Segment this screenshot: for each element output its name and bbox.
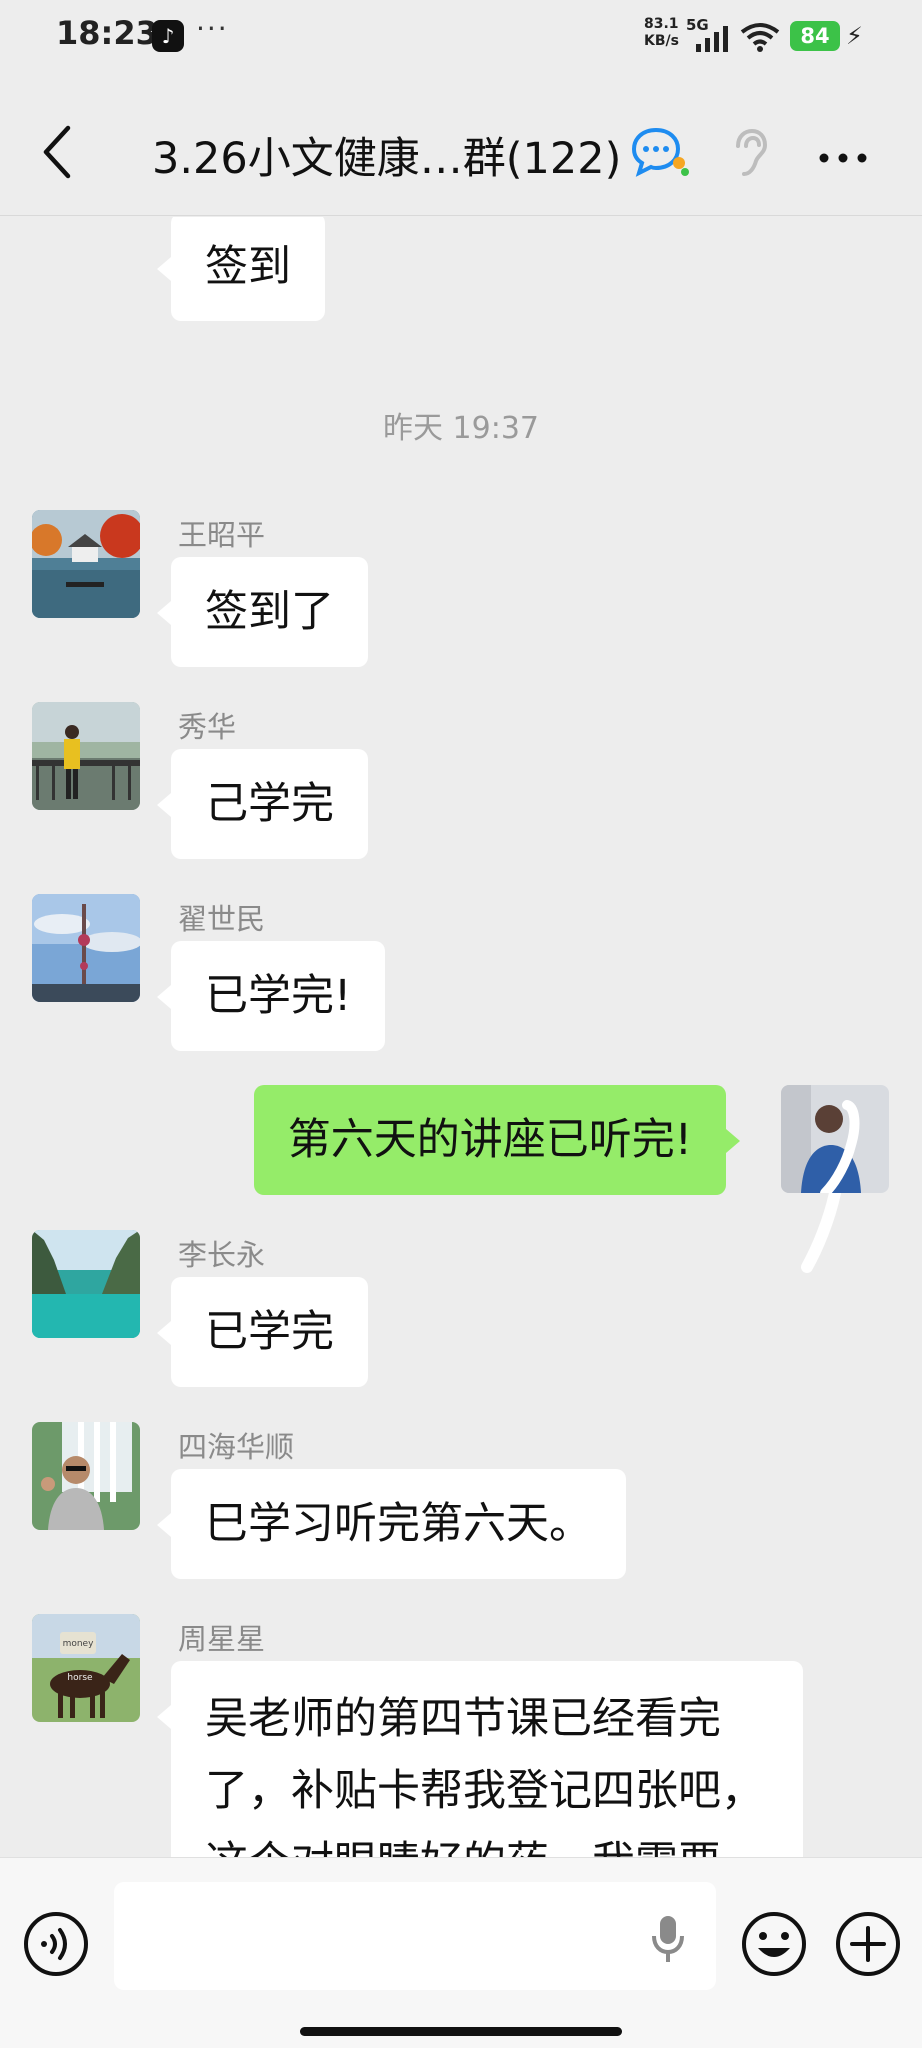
- status-bar: 18:23 ♪ ··· 83.1 KB/s 5G 84 ⚡: [0, 0, 922, 70]
- battery-indicator: 84: [790, 21, 840, 51]
- message-bubble[interactable]: 巳学习听完第六天。: [157, 1469, 626, 1579]
- home-indicator[interactable]: [300, 2027, 622, 2036]
- sender-name: 王昭平: [178, 518, 266, 552]
- message-bubble[interactable]: 签到: [157, 217, 325, 321]
- message-text: 签到了: [205, 587, 334, 637]
- network-speed-value: 83.1: [644, 16, 679, 32]
- plus-icon[interactable]: [834, 1910, 902, 1978]
- message-text: 已学完: [205, 1307, 334, 1357]
- message-bubble[interactable]: 吴老师的第四节课已经看完了，补贴卡帮我登记四张吧，这个对眼睛好的药，我需要: [157, 1661, 803, 1857]
- avatar[interactable]: money horse: [32, 1614, 140, 1722]
- emoji-icon[interactable]: [740, 1910, 808, 1978]
- signal-icon: [696, 26, 728, 52]
- wifi-icon: [740, 23, 780, 52]
- sender-name: 秀华: [178, 710, 237, 744]
- tiktok-icon: ♪: [152, 20, 184, 52]
- sender-name: 周星星: [178, 1622, 266, 1656]
- message-bubble[interactable]: 已学完: [157, 1277, 368, 1387]
- message-timestamp: 昨天 19:37: [383, 411, 539, 446]
- avatar[interactable]: [32, 1422, 140, 1530]
- message-text: 已学完!: [205, 971, 352, 1021]
- more-notifications-icon: ···: [196, 12, 229, 45]
- avatar-text-money: money: [63, 1639, 95, 1649]
- chat-bubble-icon[interactable]: [632, 126, 692, 180]
- network-speed: 83.1 KB/s: [644, 16, 680, 50]
- charging-icon: ⚡: [846, 22, 863, 50]
- network-speed-unit: KB/s: [644, 33, 679, 49]
- message-text: 第六天的讲座已听完!: [287, 1115, 692, 1165]
- sender-name: 四海华顺: [178, 1430, 295, 1464]
- avatar-waterfall-photo: [32, 1422, 140, 1530]
- status-time: 18:23: [56, 14, 158, 52]
- back-icon[interactable]: [38, 122, 78, 182]
- avatar[interactable]: [32, 702, 140, 810]
- message-bubble[interactable]: 已学完!: [156, 941, 386, 1051]
- avatar-my-photo: [781, 1085, 889, 1193]
- voice-icon[interactable]: [22, 1910, 90, 1978]
- my-avatar[interactable]: [781, 1085, 889, 1193]
- avatar-tower-image: [32, 894, 140, 1002]
- avatar-lake-image: [32, 1230, 140, 1338]
- my-message-bubble[interactable]: 第六天的讲座已听完!: [253, 1085, 741, 1195]
- input-bar: [0, 1857, 922, 2048]
- message-bubble[interactable]: 己学完: [157, 749, 368, 859]
- message-text: 己学完: [205, 779, 334, 829]
- avatar-person-photo: [32, 702, 140, 810]
- message-text: 签到: [205, 242, 291, 292]
- chat-header: 3.26小文健康…群(122): [0, 100, 922, 216]
- message-list[interactable]: 签到 昨天 19:37 王昭平 签到了 秀华 己学完 翟世民 已学完! 第六天的…: [0, 217, 922, 1857]
- message-text: 吴老师的第四节课已经看完了，补贴卡帮我登记四张吧，这个对眼睛好的药，我需要: [205, 1694, 764, 1857]
- mic-icon[interactable]: [650, 1914, 686, 1964]
- message-input[interactable]: [114, 1882, 716, 1990]
- sender-name: 翟世民: [178, 902, 266, 936]
- white-stroke-decoration: [801, 1193, 841, 1273]
- message-bubble[interactable]: 签到了: [157, 557, 368, 667]
- message-text: 巳学习听完第六天。: [205, 1499, 592, 1549]
- avatar-horse-image: money horse: [32, 1614, 140, 1722]
- avatar-landscape-image: [32, 510, 140, 618]
- avatar[interactable]: [32, 510, 140, 618]
- more-icon[interactable]: [818, 152, 868, 164]
- sender-name: 李长永: [178, 1238, 266, 1272]
- avatar[interactable]: [32, 1230, 140, 1338]
- avatar[interactable]: [32, 894, 140, 1002]
- avatar-text-horse: horse: [67, 1673, 93, 1683]
- ear-icon[interactable]: [728, 128, 768, 178]
- chat-title[interactable]: 3.26小文健康…群(122): [152, 124, 621, 186]
